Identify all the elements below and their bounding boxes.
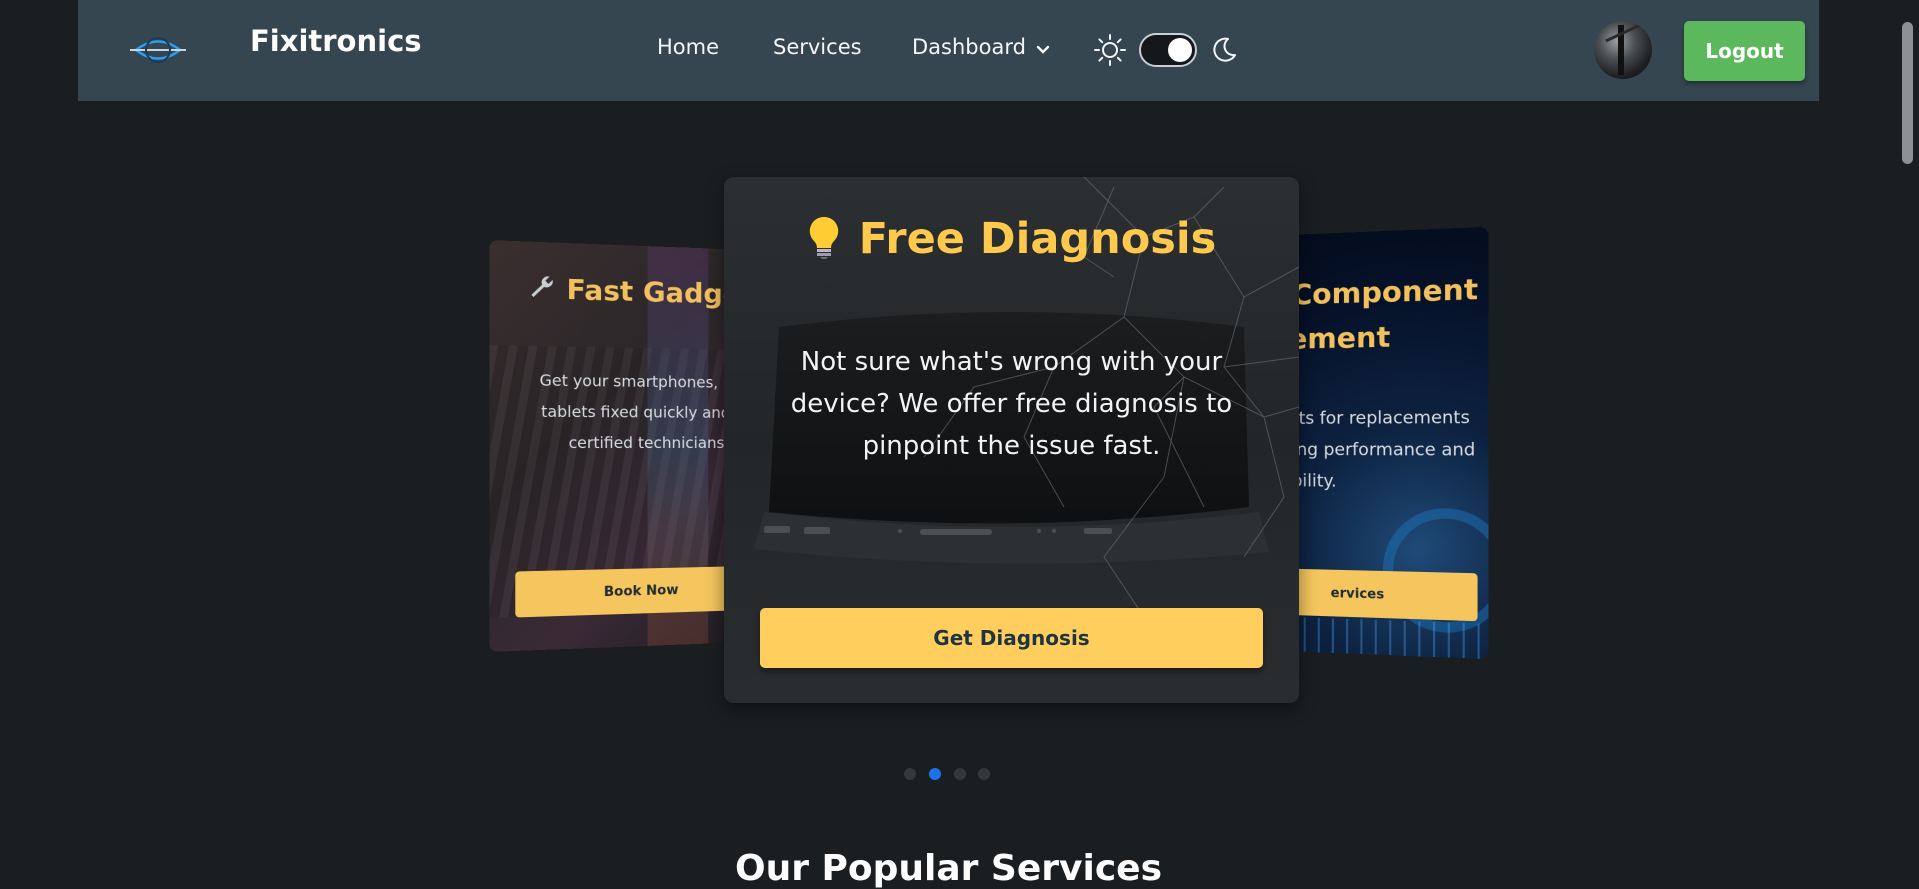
card-title-text: Fast Gadget R (566, 274, 748, 312)
toggle-knob (1168, 38, 1192, 62)
nav-link-home[interactable]: Home (657, 35, 719, 59)
card-description-line: ing performance and (1291, 439, 1476, 461)
nav-dropdown-dashboard[interactable]: Dashboard (912, 35, 1050, 60)
dashboard-label: Dashboard (912, 35, 1026, 59)
card-title: Fast Gadget R (528, 273, 748, 314)
card-title-line: Component (1291, 272, 1479, 312)
carousel-card-left[interactable]: Fast Gadget R Get your smartphones, lapt… (489, 240, 748, 652)
lightbulb-icon (807, 215, 841, 270)
avatar[interactable] (1594, 21, 1652, 79)
card-description-line: rts for replacements (1291, 407, 1470, 429)
book-now-button[interactable]: Book Now (515, 565, 748, 618)
scrollbar-thumb[interactable] (1902, 22, 1913, 164)
chevron-down-icon (1036, 36, 1050, 60)
logout-button[interactable]: Logout (1684, 21, 1805, 81)
theme-toggle[interactable] (1139, 33, 1197, 67)
carousel-dot[interactable] (978, 768, 990, 780)
card-title: Free Diagnosis (724, 214, 1299, 270)
section-title: Our Popular Services (734, 848, 1163, 889)
card-title-line: cement (1271, 319, 1391, 356)
card-description: rts for replacements ing performance and… (1292, 402, 1489, 500)
nav-link-services[interactable]: Services (773, 35, 862, 59)
navbar: Fixitronics Home Services Dashboard Logo… (78, 0, 1819, 101)
carousel-dot[interactable] (904, 768, 916, 780)
carousel-dot[interactable] (954, 768, 966, 780)
logo-icon[interactable] (130, 27, 186, 73)
carousel-dot-active[interactable] (929, 768, 941, 780)
get-diagnosis-button[interactable]: Get Diagnosis (760, 608, 1263, 668)
card-description: Get your smartphones, lapt tablets fixed… (539, 371, 748, 453)
scrollbar[interactable] (1897, 0, 1919, 868)
card-description: Not sure what's wrong with your device? … (790, 347, 1233, 461)
wrench-icon (528, 273, 556, 308)
card-description-line: bility. (1291, 471, 1337, 492)
moon-icon (1209, 35, 1239, 65)
card-title-text: Free Diagnosis (858, 214, 1217, 264)
brand-name[interactable]: Fixitronics (250, 24, 422, 58)
card-title: Component cement (1272, 267, 1479, 362)
sun-icon (1094, 34, 1126, 66)
carousel-card-active[interactable]: Free Diagnosis Not sure what's wrong wit… (724, 177, 1299, 703)
